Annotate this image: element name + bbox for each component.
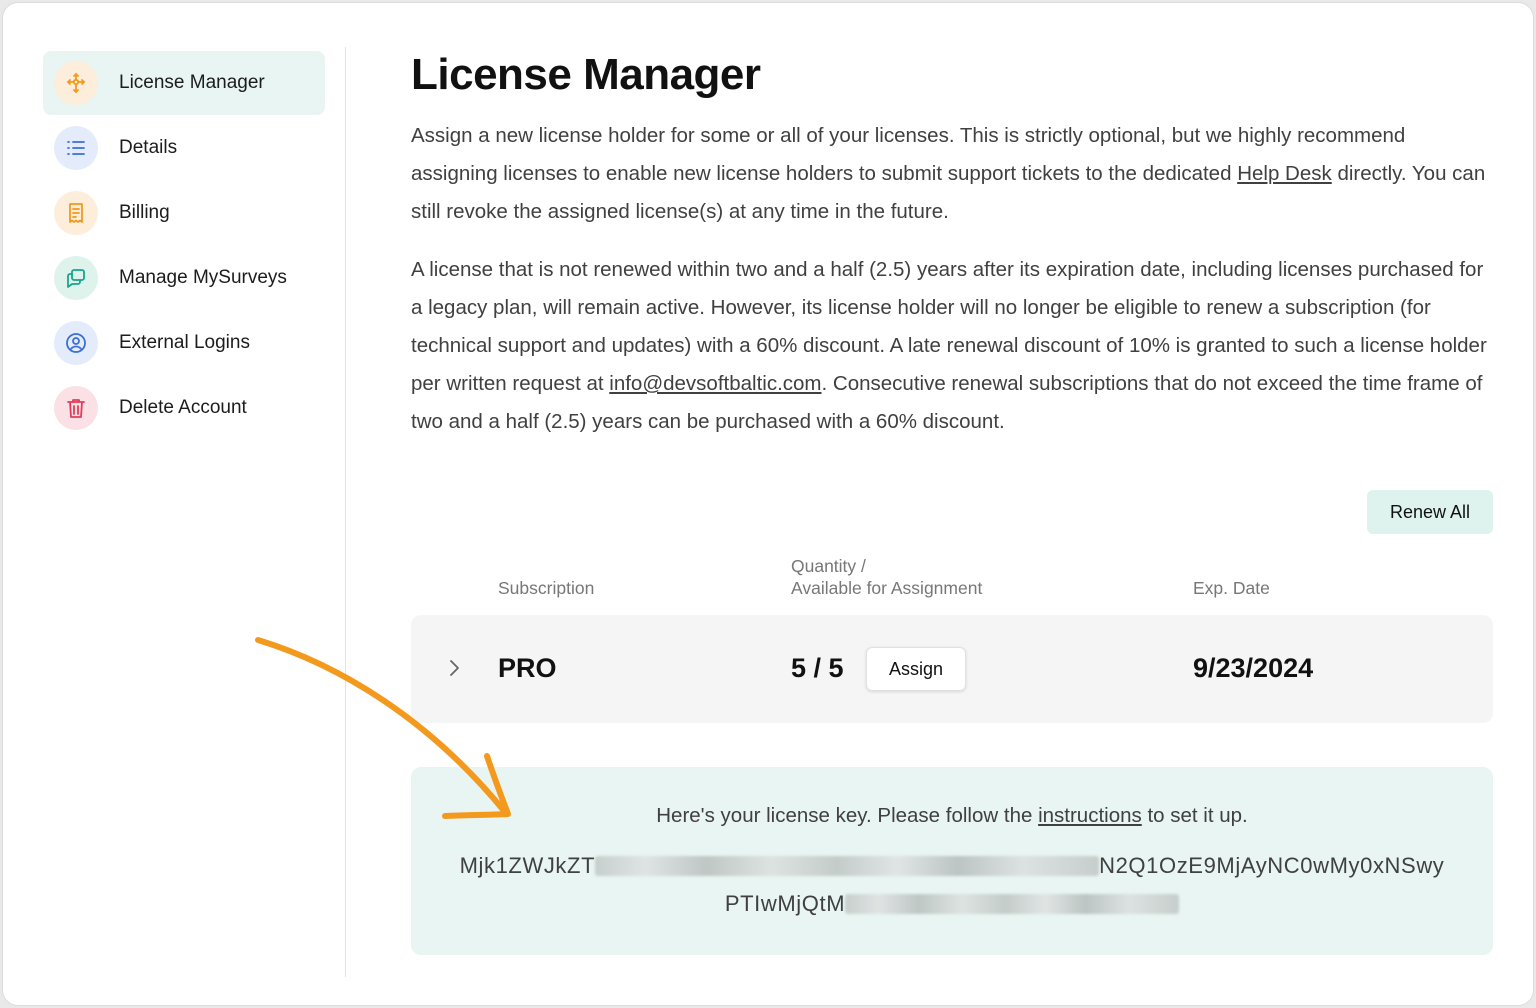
license-key-message-text: Here's your license key. Please follow t… <box>656 804 1039 827</box>
license-icon <box>54 61 98 105</box>
license-key-line-2: PTIwMjQtM <box>411 891 1493 917</box>
chevron-right-icon[interactable] <box>441 655 467 681</box>
sidebar-item-manage-mysurveys[interactable]: Manage MySurveys <box>43 246 325 310</box>
receipt-icon <box>54 191 98 235</box>
license-key-start: Mjk1ZWJkZT <box>459 853 596 878</box>
expiration-date: 9/23/2024 <box>1193 653 1314 683</box>
license-key-message-end: to set it up. <box>1141 804 1248 827</box>
main-content: License Manager Assign a new license hol… <box>411 47 1493 955</box>
sidebar-item-external-logins[interactable]: External Logins <box>43 311 325 375</box>
trash-icon <box>54 386 98 430</box>
sidebar-item-license-manager[interactable]: License Manager <box>43 51 325 115</box>
column-header-quantity: Quantity / Available for Assignment <box>791 555 982 599</box>
subscription-plan: PRO <box>498 653 557 683</box>
intro-paragraph: Assign a new license holder for some or … <box>411 117 1493 231</box>
column-header-quantity-line1: Quantity / <box>791 556 866 576</box>
sidebar: License Manager Details Billing Manage M… <box>43 51 325 441</box>
column-header-exp-date: Exp. Date <box>1193 578 1270 598</box>
sidebar-item-label: Delete Account <box>119 397 247 418</box>
sidebar-item-billing[interactable]: Billing <box>43 181 325 245</box>
chat-icon <box>54 256 98 300</box>
license-key-line2-start: PTIwMjQtM <box>724 891 846 916</box>
assign-button[interactable]: Assign <box>866 647 966 691</box>
sidebar-item-details[interactable]: Details <box>43 116 325 180</box>
sidebar-item-label: External Logins <box>119 332 250 353</box>
page-title: License Manager <box>411 50 761 99</box>
sidebar-item-label: Manage MySurveys <box>119 267 287 288</box>
column-header-subscription: Subscription <box>498 578 595 598</box>
license-key-message: Here's your license key. Please follow t… <box>411 804 1493 828</box>
renew-all-button[interactable]: Renew All <box>1367 490 1493 534</box>
column-header-quantity-line2: Available for Assignment <box>791 578 983 598</box>
sidebar-item-label: Billing <box>119 202 170 223</box>
list-icon <box>54 126 98 170</box>
app-window: License Manager Details Billing Manage M… <box>2 2 1534 1006</box>
license-key-end: N2Q1OzE9MjAyNC0wMy0xNSwy <box>1099 853 1445 878</box>
sidebar-divider <box>345 47 346 977</box>
quantity-value: 5 / 5 <box>791 653 844 683</box>
sidebar-item-label: Details <box>119 137 178 158</box>
license-key-line-1: Mjk1ZWJkZT N2Q1OzE9MjAyNC0wMy0xNSwy <box>411 853 1493 879</box>
license-key-panel: Here's your license key. Please follow t… <box>411 767 1493 955</box>
redacted-key-segment <box>595 856 1100 876</box>
help-desk-link[interactable]: Help Desk <box>1237 162 1332 185</box>
sidebar-item-label: License Manager <box>119 72 265 93</box>
table-row: PRO 5 / 5 Assign 9/23/2024 <box>411 615 1493 723</box>
redacted-key-segment <box>845 894 1180 914</box>
renewal-policy-paragraph: A license that is not renewed within two… <box>411 251 1493 441</box>
user-circle-icon <box>54 321 98 365</box>
instructions-link[interactable]: instructions <box>1038 804 1142 827</box>
sidebar-item-delete-account[interactable]: Delete Account <box>43 376 325 440</box>
email-link[interactable]: info@devsoftbaltic.com <box>609 372 821 395</box>
